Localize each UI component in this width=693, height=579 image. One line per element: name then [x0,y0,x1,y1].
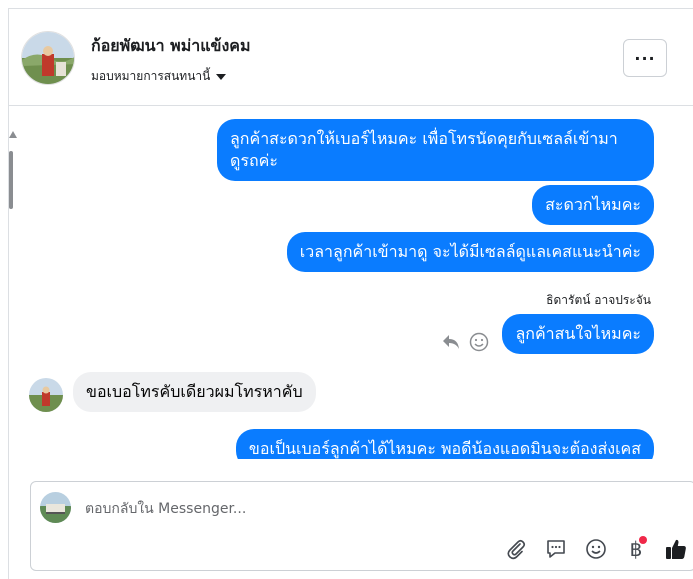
message-bubble-outgoing[interactable]: ลูกค้าสะดวกให้เบอร์ไหมคะ เพื่อโทรนัดคุยก… [217,119,654,181]
message-bubble-incoming[interactable]: ขอเบอโทรคับเดียวผมโทรหาคับ [73,372,316,412]
message-actions [441,332,489,356]
more-icon: ··· [634,48,656,68]
reply-icon[interactable] [441,333,461,355]
thumbs-up-icon[interactable] [661,534,691,564]
message-list: ลูกค้าสะดวกให้เบอร์ไหมคะ เพื่อโทรนัดคุยก… [9,107,693,459]
message-bubble-outgoing[interactable]: ลูกค้าสนใจไหมคะ [502,314,654,354]
message-line: ดูรถค่ะ [230,151,278,170]
reply-input[interactable] [85,498,645,520]
baht-icon[interactable]: ฿ [621,534,651,564]
composer-toolbar: ฿ [501,534,691,564]
more-options-button[interactable]: ··· [623,39,667,77]
contact-avatar[interactable] [21,31,75,85]
assign-conversation-label: มอบหมายการสนทนานี้ [91,69,211,83]
message-bubble-outgoing[interactable]: เวลาลูกค้าเข้ามาดู จะได้มีเซลล์ดูแลเคสแน… [286,232,654,272]
react-emoji-icon[interactable] [469,332,489,356]
sender-name: ธิดารัตน์ อาจประจัน [546,293,651,307]
message-bubble-outgoing[interactable]: สะดวกไหมคะ [532,185,654,225]
contact-avatar-small[interactable] [29,378,63,412]
speech-bubble-icon[interactable] [541,534,571,564]
reply-composer: ฿ [30,481,693,571]
emoji-icon[interactable] [581,534,611,564]
message-line: ลูกค้าสะดวกให้เบอร์ไหมคะ เพื่อโทรนัดคุยก… [230,129,618,148]
conversation-panel: ก้อยพัฒนา พม่าแข้งคม มอบหมายการสนทนานี้ … [8,8,693,579]
attach-icon[interactable] [501,534,531,564]
assign-conversation-dropdown[interactable]: มอบหมายการสนทนานี้ [91,67,227,86]
notification-dot [639,536,647,544]
contact-name: ก้อยพัฒนา พม่าแข้งคม [91,36,251,55]
message-bubble-outgoing[interactable]: ขอเป็นเบอร์ลูกค้าได้ไหมคะ พอดีน้องแอดมิน… [235,429,654,459]
caret-down-icon [216,73,227,80]
conversation-header: ก้อยพัฒนา พม่าแข้งคม มอบหมายการสนทนานี้ … [9,9,693,106]
page-avatar [40,492,71,523]
